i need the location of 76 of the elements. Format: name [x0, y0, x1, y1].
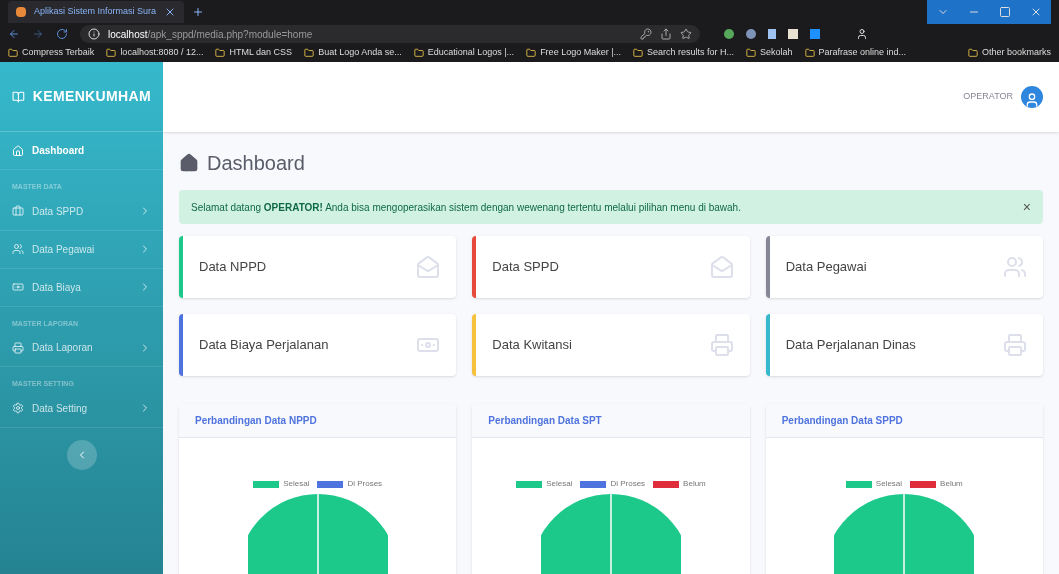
house-icon	[12, 144, 24, 157]
bookmark-link[interactable]: Sekolah	[746, 46, 793, 60]
bookmark-link[interactable]: HTML dan CSS	[215, 46, 293, 60]
brand-name: KEMENKUMHAM	[32, 87, 151, 106]
card-label: Data NPPD	[199, 258, 267, 277]
printer-icon	[709, 333, 734, 357]
users-icon	[12, 243, 24, 255]
chart-title: Perbandingan Data SPPD	[781, 414, 903, 428]
menu-card[interactable]: Data Pegawai	[765, 236, 1043, 298]
folder-icon	[746, 48, 757, 58]
avatar-icon[interactable]	[1021, 86, 1043, 108]
folder-icon	[967, 48, 978, 58]
bookmark-link[interactable]: Educational Logos |...	[413, 46, 515, 60]
user-name[interactable]: OPERATOR	[963, 90, 1013, 104]
info-icon	[88, 28, 100, 40]
gears-icon	[12, 402, 24, 414]
card-label: Data Biaya Perjalanan	[199, 336, 329, 355]
card-label: Data SPPD	[492, 258, 559, 277]
url-text: localhost/apk_sppd/media.php?module=home	[108, 27, 313, 42]
favicon-icon	[16, 7, 26, 17]
bookmark-link[interactable]: localhost:8080 / 12...	[106, 46, 204, 60]
browser-tab[interactable]: Aplikasi Sistem Informasi Sura	[8, 1, 185, 23]
menu-card[interactable]: Data Biaya Perjalanan	[179, 314, 457, 376]
legend-label: Di Proses	[610, 478, 646, 490]
folder-icon	[804, 48, 815, 58]
printer-icon	[1003, 333, 1027, 357]
share-icon[interactable]	[660, 28, 672, 40]
briefcase-icon	[12, 205, 24, 217]
folder-icon	[526, 48, 537, 58]
alert-message: Selamat datang OPERATOR! Anda bisa mengoperasikan sistem dengan wewenang tertentu melalui pilihan menu di bawah.	[191, 200, 741, 215]
folder-icon	[8, 48, 18, 58]
bookmark-link[interactable]: Buat Logo Anda se...	[304, 46, 402, 60]
folder-icon	[304, 48, 315, 58]
envelope-icon	[416, 255, 441, 279]
bookmark-link[interactable]: Parafrase online ind...	[804, 46, 907, 60]
folder-icon	[413, 48, 424, 58]
extension-icon[interactable]	[724, 29, 734, 39]
other-bookmarks-link[interactable]: Other bookmarks	[967, 46, 1051, 60]
chart-title: Perbandingan Data NPPD	[195, 414, 317, 428]
page-title: Dashboard	[207, 151, 305, 176]
banknote-icon	[12, 281, 24, 293]
legend-label: Selesai	[875, 478, 903, 490]
folder-icon	[106, 48, 117, 58]
star-icon[interactable]	[680, 28, 692, 40]
folder-icon	[215, 48, 226, 58]
users-icon	[1003, 255, 1027, 279]
envelope-icon	[709, 255, 734, 279]
profile-icon[interactable]	[856, 28, 868, 40]
tab-title: Aplikasi Sistem Informasi Sura	[34, 5, 157, 19]
legend-label: Belum	[683, 478, 706, 490]
card-label: Data Kwitansi	[492, 336, 572, 355]
new-tab-icon[interactable]	[192, 6, 205, 18]
legend-label: Selesai	[283, 478, 310, 490]
menu-card[interactable]: Data NPPD	[179, 236, 457, 298]
card-label: Data Perjalanan Dinas	[785, 336, 916, 355]
bookmark-link[interactable]: Free Logo Maker |...	[526, 46, 621, 60]
legend-label: Di Proses	[347, 478, 383, 490]
house-icon	[179, 153, 199, 173]
extension-icon[interactable]	[746, 29, 756, 39]
bookmark-link[interactable]: Compress Terbaik	[8, 46, 95, 60]
restore-icon	[998, 6, 1011, 18]
card-label: Data Pegawai	[785, 258, 867, 277]
address-bar[interactable]: localhost/apk_sppd/media.php?module=home	[80, 25, 700, 43]
printer-icon	[12, 341, 24, 354]
key-icon[interactable]	[640, 28, 652, 40]
menu-card[interactable]: Data Kwitansi	[472, 314, 750, 376]
reload-icon[interactable]	[56, 28, 68, 40]
back-icon[interactable]	[8, 28, 20, 40]
legend-label: Selesai	[546, 478, 573, 490]
folder-icon	[633, 48, 643, 58]
menu-card[interactable]: Data Perjalanan Dinas	[765, 314, 1043, 376]
bookmark-link[interactable]: Search results for H...	[633, 46, 735, 60]
close-button[interactable]: ×	[1022, 196, 1031, 218]
legend-label: Belum	[940, 478, 963, 490]
chart-title: Perbandingan Data SPT	[488, 414, 602, 428]
menu-card[interactable]: Data SPPD	[472, 236, 750, 298]
